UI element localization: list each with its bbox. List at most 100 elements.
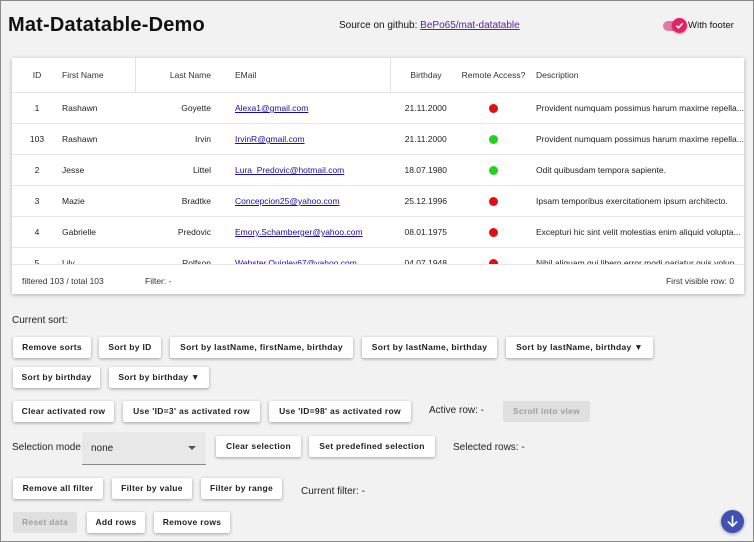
cell-birthday: 25.12.1996 — [390, 185, 461, 217]
cell-email: Concepcion25@yahoo.com — [219, 185, 391, 217]
sort-by-lastname-birthday-desc-button[interactable]: Sort by lastName, birthday ▼ — [506, 337, 653, 358]
cell-description: Nihil aliquam qui libero error modi pari… — [526, 247, 744, 264]
remote-access-status-icon — [489, 166, 498, 176]
table-row[interactable]: 5 Lily Rolfson Webster.Quigley67@yahoo.com 0… — [12, 247, 744, 264]
sort-by-id-button[interactable]: Sort by ID — [99, 337, 161, 358]
selection-mode-select[interactable]: none — [82, 432, 206, 465]
cell-email: Webster.Quigley67@yahoo.com — [219, 247, 391, 264]
check-icon — [672, 17, 687, 33]
cell-description: Ipsam temporibus exercitationem ipsum ar… — [526, 185, 744, 217]
toggle-track[interactable] — [663, 17, 687, 33]
cell-remote-access — [461, 123, 526, 155]
dropdown-caret-icon — [188, 446, 196, 450]
use-id98-activated-row-button[interactable]: Use 'ID=98' as activated row — [269, 401, 411, 422]
cell-id: 2 — [12, 154, 62, 186]
cell-remote-access — [461, 185, 526, 217]
cell-remote-access — [461, 92, 526, 124]
clear-selection-button[interactable]: Clear selection — [216, 436, 301, 457]
email-link[interactable]: Emory.Schamberger@yahoo.com — [235, 227, 363, 237]
column-header-last-name[interactable]: Last Name — [135, 58, 219, 93]
cell-first-name: Rashawn — [62, 92, 136, 124]
with-footer-label: With footer — [688, 20, 734, 31]
table-viewport[interactable]: ID First Name Last Name EMail Birthday R… — [12, 58, 744, 264]
cell-last-name: Rolfson — [135, 247, 219, 264]
email-link[interactable]: Concepcion25@yahoo.com — [235, 196, 340, 206]
reset-data-button[interactable]: Reset data — [13, 512, 77, 533]
add-rows-button[interactable]: Add rows — [87, 512, 145, 533]
table-row[interactable]: 1 Rashawn Goyette Alexa1@gmail.com 21.11.200… — [12, 92, 744, 124]
cell-id: 3 — [12, 185, 62, 217]
cell-remote-access — [461, 216, 526, 248]
current-filter-label: Current filter: - — [301, 486, 365, 497]
remote-access-status-icon — [489, 228, 498, 238]
remove-rows-button[interactable]: Remove rows — [154, 512, 230, 533]
column-header-remote-access[interactable]: Remote Access? — [461, 58, 526, 93]
active-row-label: Active row: - — [429, 405, 485, 416]
cell-description: Excepturi hic sint velit molestias enim … — [526, 216, 744, 248]
selected-rows-label: Selected rows: - — [453, 442, 525, 453]
with-footer-toggle[interactable]: With footer — [663, 17, 734, 33]
table-body: 1 Rashawn Goyette Alexa1@gmail.com 21.11.200… — [12, 92, 744, 264]
table-row[interactable]: 103 Rashawn Irvin IrvinR@gmail.com 21.11.200… — [12, 123, 744, 155]
remote-access-status-icon — [489, 197, 498, 207]
cell-last-name: Predovic — [135, 216, 219, 248]
column-header-id[interactable]: ID — [12, 58, 62, 93]
first-visible-row: First visible row: 0 — [665, 276, 734, 286]
cell-id: 4 — [12, 216, 62, 248]
source-info: Source on github: BePo65/mat-datatable — [339, 20, 520, 31]
sort-by-birthday-desc-button[interactable]: Sort by birthday ▼ — [109, 367, 209, 388]
selection-mode-label: Selection mode — [12, 442, 81, 453]
cell-remote-access — [461, 247, 526, 264]
cell-description: Provident numquam possimus harum maxime … — [526, 92, 744, 124]
current-sort-label: Current sort: — [12, 315, 68, 326]
row-count: filtered 103 / total 103 — [22, 276, 104, 286]
set-predefined-selection-button[interactable]: Set predefined selection — [309, 436, 435, 457]
cell-first-name: Rashawn — [62, 123, 136, 155]
filter-by-value-button[interactable]: Filter by value — [112, 478, 192, 499]
clear-activated-row-button[interactable]: Clear activated row — [13, 401, 114, 422]
table-row[interactable]: 2 Jesse Littel Lura_Predovic@hotmail.com 18.… — [12, 154, 744, 186]
sort-by-lastname-birthday-button[interactable]: Sort by lastName, birthday — [362, 337, 497, 358]
sort-by-lastname-firstname-birthday-button[interactable]: Sort by lastName, firstName, birthday — [170, 337, 353, 358]
cell-id: 1 — [12, 92, 62, 124]
cell-last-name: Goyette — [135, 92, 219, 124]
remove-all-filter-button[interactable]: Remove all filter — [13, 478, 103, 499]
app-window: Mat-Datatable-Demo Source on github: BeP… — [0, 0, 754, 542]
remote-access-status-icon — [489, 104, 498, 114]
filter-by-range-button[interactable]: Filter by range — [201, 478, 282, 499]
datatable-card: ID First Name Last Name EMail Birthday R… — [12, 58, 744, 294]
cell-email: Lura_Predovic@hotmail.com — [219, 154, 391, 186]
cell-last-name: Littel — [135, 154, 219, 186]
cell-description: Odit quibusdam tempora sapiente. — [526, 154, 744, 186]
cell-last-name: Irvin — [135, 123, 219, 155]
cell-first-name: Gabrielle — [62, 216, 136, 248]
remove-sorts-button[interactable]: Remove sorts — [13, 337, 91, 358]
cell-birthday: 18.07.1980 — [390, 154, 461, 186]
use-id3-activated-row-button[interactable]: Use 'ID=3' as activated row — [123, 401, 260, 422]
table-row[interactable]: 4 Gabrielle Predovic Emory.Schamberger@yaho… — [12, 216, 744, 248]
email-link[interactable]: Lura_Predovic@hotmail.com — [235, 165, 344, 175]
column-header-first-name[interactable]: First Name — [62, 58, 136, 93]
page-title: Mat-Datatable-Demo — [8, 14, 205, 36]
table-footer: filtered 103 / total 103 Filter: - First… — [12, 264, 744, 294]
github-link[interactable]: BePo65/mat-datatable — [420, 20, 520, 31]
footer-filter: Filter: - — [145, 276, 172, 286]
cell-birthday: 21.11.2000 — [390, 92, 461, 124]
arrow-down-icon — [727, 515, 738, 527]
table-row[interactable]: 3 Mazie Bradtke Concepcion25@yahoo.com 25.12… — [12, 185, 744, 217]
cell-description: Provident numquam possimus harum maxime … — [526, 123, 744, 155]
cell-remote-access — [461, 154, 526, 186]
cell-birthday: 08.01.1975 — [390, 216, 461, 248]
cell-first-name: Mazie — [62, 185, 136, 217]
email-link[interactable]: IrvinR@gmail.com — [235, 134, 305, 144]
cell-first-name: Lily — [62, 247, 136, 264]
scroll-into-view-button[interactable]: Scroll into view — [503, 401, 590, 422]
cell-first-name: Jesse — [62, 154, 136, 186]
email-link[interactable]: Alexa1@gmail.com — [235, 103, 308, 113]
remote-access-status-icon — [489, 135, 498, 145]
sort-by-birthday-button[interactable]: Sort by birthday — [13, 367, 100, 388]
column-header-description[interactable]: Description — [526, 58, 744, 93]
column-header-email[interactable]: EMail — [219, 58, 391, 93]
column-header-birthday[interactable]: Birthday — [390, 58, 461, 93]
scroll-down-fab[interactable] — [721, 510, 744, 533]
